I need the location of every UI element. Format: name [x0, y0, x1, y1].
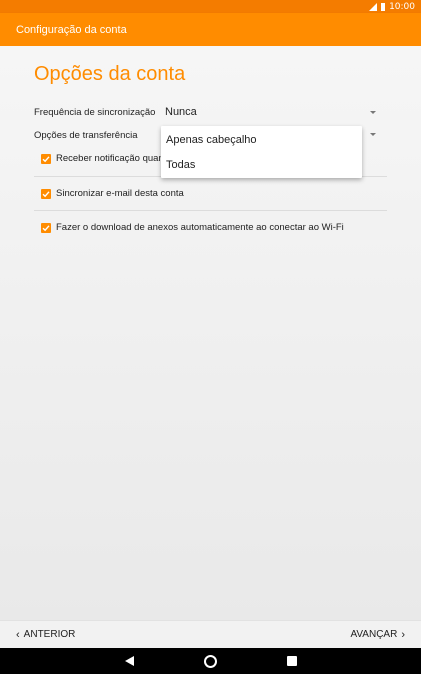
- dropdown-arrow-icon: [370, 110, 376, 114]
- signal-icon: [369, 2, 378, 11]
- back-button-label: ANTERIOR: [23, 629, 76, 640]
- page-title: Opções da conta: [34, 63, 186, 85]
- back-icon[interactable]: [124, 656, 134, 666]
- transfer-options-dropdown: Apenas cabeçalho Todas: [161, 126, 362, 178]
- checkbox-label-notification: Receber notificação quan: [56, 153, 164, 164]
- system-nav-bar: [0, 648, 421, 674]
- dropdown-arrow-icon: [370, 132, 376, 136]
- checkbox-checked-icon[interactable]: [41, 222, 51, 233]
- checkbox-checked-icon[interactable]: [41, 188, 51, 199]
- next-button-label: AVANÇAR: [350, 629, 398, 640]
- checkbox-checked-icon[interactable]: [41, 153, 51, 164]
- checkbox-row-auto-download[interactable]: Fazer o download de anexos automaticamen…: [41, 222, 344, 233]
- checkbox-row-sync-email[interactable]: Sincronizar e-mail desta conta: [41, 188, 184, 199]
- app-bar: Configuração da conta: [0, 13, 421, 46]
- status-time: 10:00: [389, 1, 415, 12]
- sync-frequency-label: Frequência de sincronização: [34, 107, 156, 118]
- checkbox-row-notification[interactable]: Receber notificação quan: [41, 153, 164, 164]
- checkbox-label-sync-email: Sincronizar e-mail desta conta: [56, 188, 184, 199]
- divider: [34, 210, 387, 211]
- transfer-options-label: Opções de transferência: [34, 130, 138, 141]
- recents-icon[interactable]: [286, 656, 297, 666]
- checkbox-label-auto-download: Fazer o download de anexos automaticamen…: [56, 222, 344, 233]
- status-bar: 10:00: [0, 0, 421, 13]
- back-button[interactable]: ‹ ANTERIOR: [16, 629, 75, 641]
- dropdown-option-headers-only[interactable]: Apenas cabeçalho: [166, 134, 257, 146]
- bottom-navigation: ‹ ANTERIOR AVANÇAR ›: [0, 620, 421, 648]
- app-bar-title: Configuração da conta: [16, 23, 127, 36]
- sync-frequency-value: Nunca: [165, 106, 197, 118]
- home-icon[interactable]: [203, 654, 217, 668]
- battery-icon: [381, 2, 386, 11]
- sync-frequency-spinner[interactable]: Nunca: [165, 103, 378, 121]
- next-button[interactable]: AVANÇAR ›: [350, 629, 405, 641]
- chevron-right-icon: ›: [401, 628, 405, 641]
- chevron-left-icon: ‹: [16, 628, 20, 641]
- dropdown-option-all[interactable]: Todas: [166, 159, 195, 171]
